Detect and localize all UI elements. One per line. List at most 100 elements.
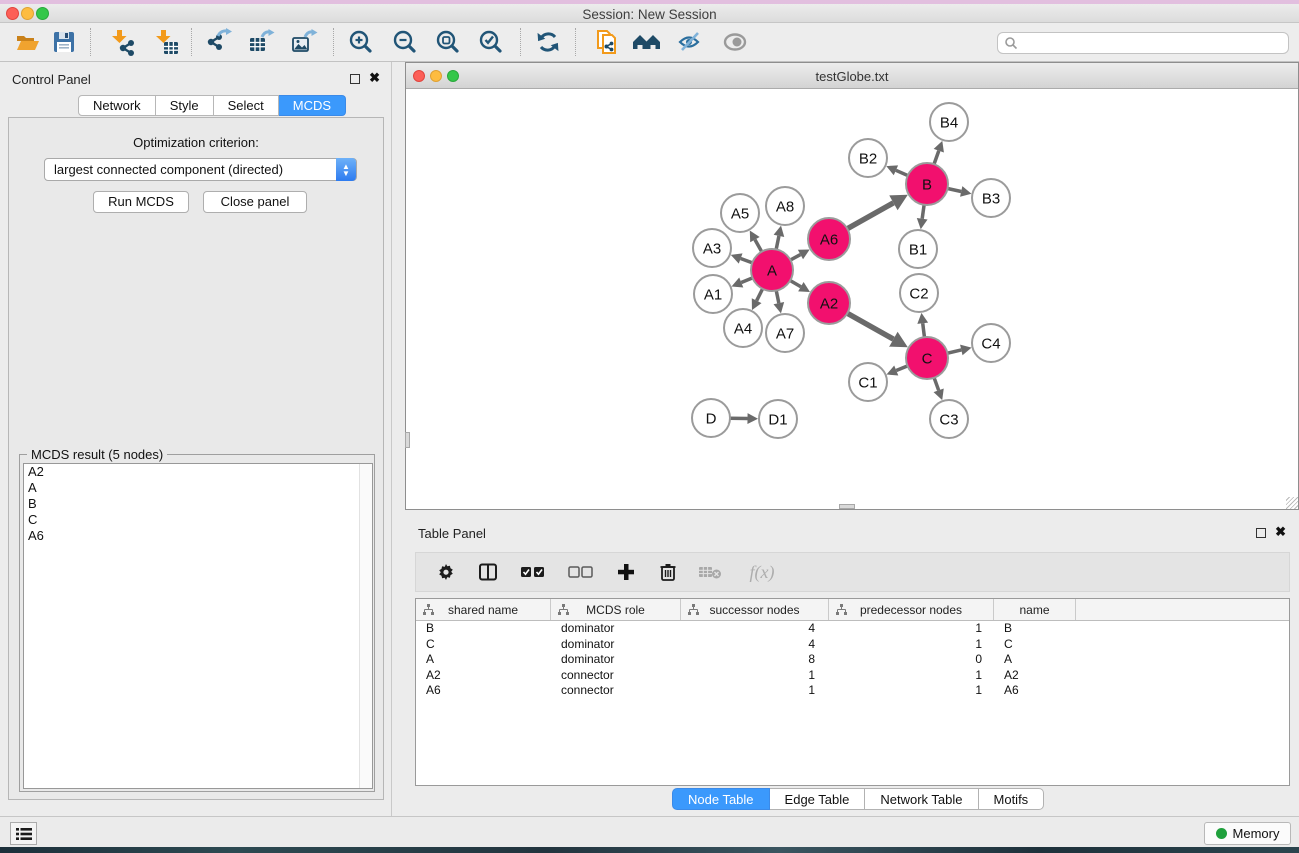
table-cell-role[interactable]: dominator [551, 621, 681, 637]
table-cell-predecessors[interactable]: 1 [829, 637, 994, 653]
edge-arrowhead [917, 218, 928, 229]
tab-motifs[interactable]: Motifs [979, 788, 1045, 810]
import-table-icon[interactable] [148, 26, 184, 58]
mcds-result-item[interactable]: B [24, 496, 372, 512]
close-panel-button[interactable]: Close panel [203, 191, 307, 213]
settings-gear-icon[interactable] [434, 560, 458, 584]
edge-arrowhead [747, 413, 758, 424]
column-header-predecessor-nodes[interactable]: predecessor nodes [829, 599, 994, 620]
table-row[interactable]: A2connector11A2 [416, 668, 1289, 684]
tab-network-table[interactable]: Network Table [865, 788, 978, 810]
delete-columns-icon[interactable] [656, 560, 680, 584]
scrollbar-track[interactable] [359, 464, 372, 788]
optimization-criterion-select[interactable]: largest connected component (directed) ▲… [44, 158, 357, 181]
network-canvas[interactable]: AA1A2A3A4A5A6A7A8BB1B2B3B4CC1C2C3C4DD1 [406, 89, 1298, 509]
mcds-result-item[interactable]: A [24, 480, 372, 496]
canvas-bottom-grip[interactable] [839, 504, 855, 509]
canvas-left-grip[interactable] [405, 432, 410, 448]
home-view-icon[interactable] [629, 26, 665, 58]
export-image-icon[interactable] [286, 26, 322, 58]
table-cell-role[interactable]: dominator [551, 637, 681, 653]
toolbar-separator [575, 28, 576, 56]
table-row[interactable]: Cdominator41C [416, 637, 1289, 653]
delete-table-icon[interactable] [698, 560, 722, 584]
show-hide-icon[interactable] [717, 26, 753, 58]
export-network-icon[interactable] [201, 26, 237, 58]
zoom-in-icon[interactable] [343, 26, 379, 58]
zoom-fit-icon[interactable] [430, 26, 466, 58]
zoom-out-icon[interactable] [387, 26, 423, 58]
float-table-panel-icon[interactable] [1256, 528, 1266, 538]
table-cell-name[interactable]: A2 [994, 668, 1076, 684]
table-cell-successors[interactable]: 1 [681, 683, 829, 699]
import-network-icon[interactable] [104, 26, 140, 58]
close-table-panel-icon[interactable]: ✖ [1275, 527, 1286, 537]
table-cell-predecessors[interactable]: 1 [829, 683, 994, 699]
refresh-icon[interactable] [530, 26, 566, 58]
function-builder-icon[interactable]: f(x) [740, 560, 784, 584]
save-session-icon[interactable] [46, 26, 82, 58]
select-all-columns-icon[interactable] [518, 560, 548, 584]
table-cell-shared_name[interactable]: C [416, 637, 551, 653]
table-row[interactable]: A6connector11A6 [416, 683, 1289, 699]
tab-select[interactable]: Select [214, 95, 279, 116]
table-body: Bdominator41BCdominator41CAdominator80AA… [416, 621, 1289, 699]
table-cell-name[interactable]: A6 [994, 683, 1076, 699]
open-session-icon[interactable] [9, 26, 45, 58]
mcds-result-list[interactable]: A2ABCA6 [23, 463, 373, 789]
mcds-result-item[interactable]: C [24, 512, 372, 528]
run-mcds-button[interactable]: Run MCDS [93, 191, 189, 213]
table-cell-predecessors[interactable]: 1 [829, 621, 994, 637]
tab-style[interactable]: Style [156, 95, 214, 116]
close-panel-icon[interactable]: ✖ [369, 73, 380, 83]
export-table-icon[interactable] [243, 26, 279, 58]
table-cell-role[interactable]: dominator [551, 652, 681, 668]
split-view-icon[interactable] [476, 560, 500, 584]
column-header-name[interactable]: name [994, 599, 1076, 620]
table-row[interactable]: Bdominator41B [416, 621, 1289, 637]
toggle-graphics-details-icon[interactable] [672, 26, 708, 58]
column-header-shared-name[interactable]: shared name [416, 599, 551, 620]
graph-node-label: C [922, 350, 933, 367]
table-cell-successors[interactable]: 1 [681, 668, 829, 684]
tab-edge-table[interactable]: Edge Table [770, 788, 866, 810]
table-cell-shared_name[interactable]: A [416, 652, 551, 668]
column-header-mcds-role[interactable]: MCDS role [551, 599, 681, 620]
table-cell-role[interactable]: connector [551, 668, 681, 684]
table-cell-shared_name[interactable]: A6 [416, 683, 551, 699]
mcds-result-item[interactable]: A2 [24, 464, 372, 480]
tab-network[interactable]: Network [78, 95, 156, 116]
graph-node-label: A7 [776, 325, 794, 342]
table-cell-shared_name[interactable]: B [416, 621, 551, 637]
table-row[interactable]: Adominator80A [416, 652, 1289, 668]
create-column-icon[interactable] [614, 560, 638, 584]
table-cell-role[interactable]: connector [551, 683, 681, 699]
resize-corner[interactable] [1286, 497, 1298, 509]
mcds-result-item[interactable]: A6 [24, 528, 372, 544]
graph-node-label: C1 [858, 374, 877, 391]
column-header-successor-nodes[interactable]: successor nodes [681, 599, 829, 620]
search-field[interactable] [997, 32, 1289, 54]
table-cell-name[interactable]: C [994, 637, 1076, 653]
table-cell-successors[interactable]: 4 [681, 637, 829, 653]
table-cell-predecessors[interactable]: 0 [829, 652, 994, 668]
tab-mcds[interactable]: MCDS [279, 95, 346, 116]
tab-node-table[interactable]: Node Table [672, 788, 770, 810]
table-cell-name[interactable]: A [994, 652, 1076, 668]
float-panel-icon[interactable] [350, 74, 360, 84]
graph-node-label: D [706, 410, 717, 427]
table-cell-predecessors[interactable]: 1 [829, 668, 994, 684]
table-cell-successors[interactable]: 8 [681, 652, 829, 668]
zoom-selected-icon[interactable] [473, 26, 509, 58]
toolbar-separator [520, 28, 521, 56]
search-input[interactable] [1018, 36, 1288, 50]
table-cell-name[interactable]: B [994, 621, 1076, 637]
memory-button[interactable]: Memory [1204, 822, 1291, 845]
copy-style-icon[interactable] [589, 26, 625, 58]
control-panel-title: Control Panel [12, 72, 91, 87]
unselect-all-columns-icon[interactable] [566, 560, 596, 584]
table-cell-shared_name[interactable]: A2 [416, 668, 551, 684]
task-history-button[interactable] [10, 822, 37, 845]
graph-node-label: C2 [909, 285, 928, 302]
table-cell-successors[interactable]: 4 [681, 621, 829, 637]
